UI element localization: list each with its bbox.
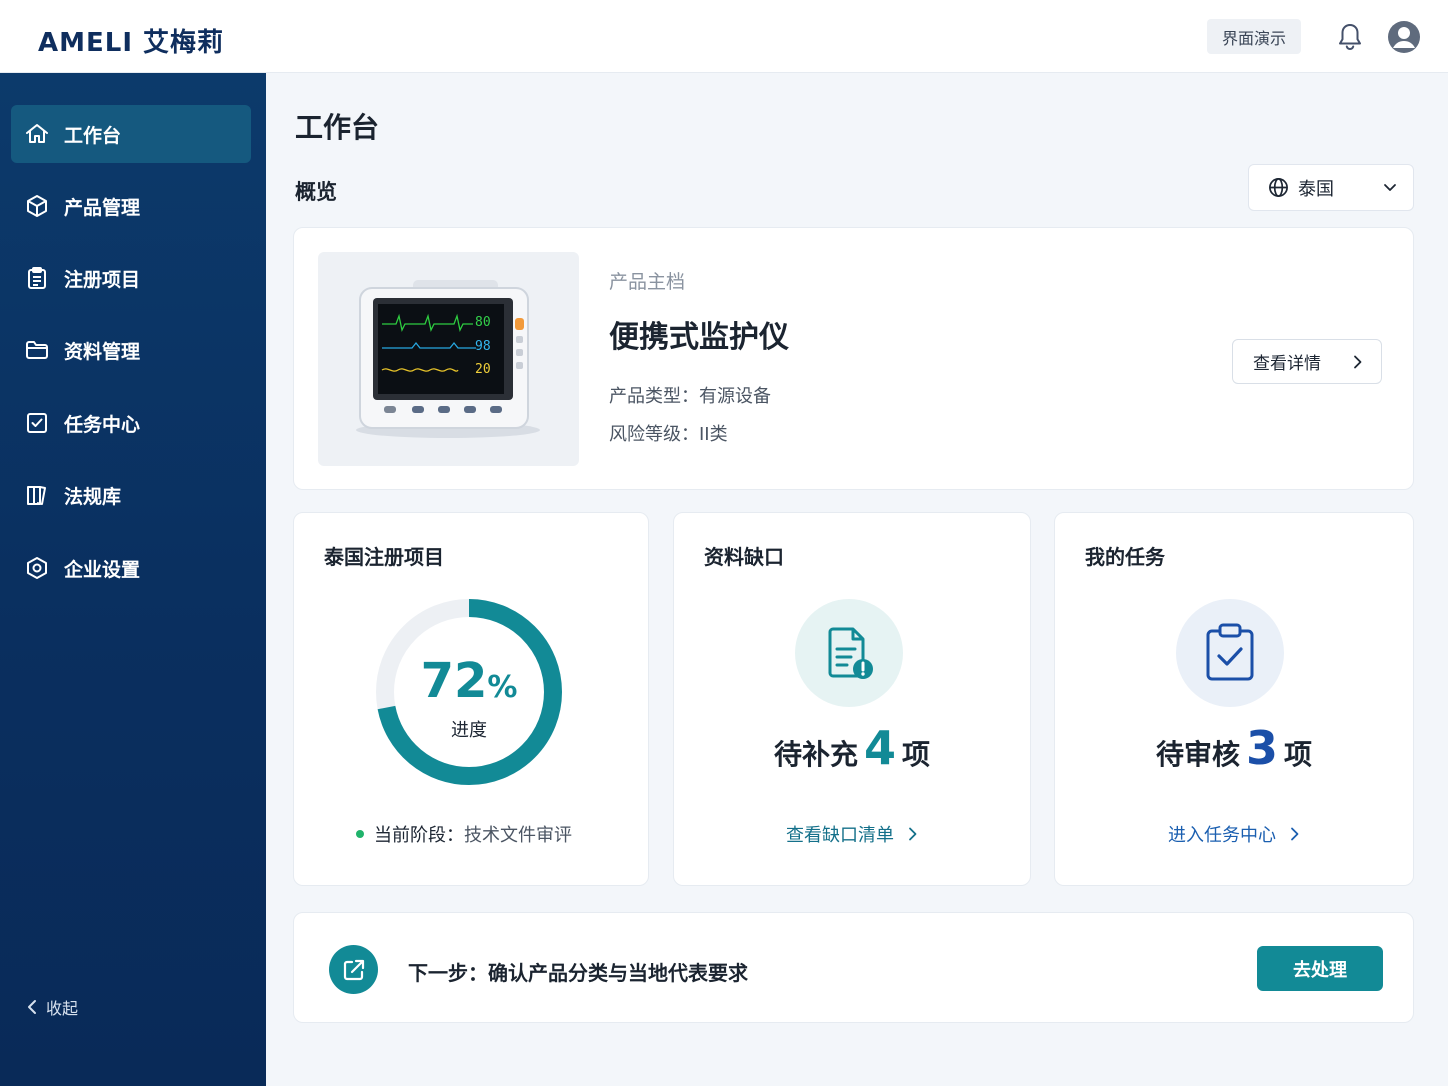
product-type: 产品类型：有源设备 (609, 386, 771, 407)
go-to-task-center-label: 进入任务中心 (1168, 825, 1276, 846)
sidebar-item-workbench[interactable]: 工作台 (11, 105, 251, 163)
sidebar-item-regulations[interactable]: 法规库 (11, 466, 251, 524)
chevron-right-icon (909, 827, 917, 841)
stage-value: 技术文件审评 (464, 825, 572, 846)
page-title: 工作台 (295, 111, 380, 144)
chevron-down-icon (1384, 184, 1396, 191)
document-gap-card: 资料缺口 待补充 4 项 查看缺口清单 (673, 512, 1031, 886)
stage-status-dot (356, 830, 364, 838)
chevron-left-icon (28, 1000, 36, 1014)
globe-icon (1269, 178, 1288, 197)
pending-review-suffix: 项 (1284, 738, 1313, 771)
my-tasks-title: 我的任务 (1085, 545, 1165, 569)
progress-label: 进度 (451, 720, 487, 741)
pending-supplement-count: 待补充 4 项 (674, 721, 1030, 775)
progress-percent: 72% (374, 653, 564, 709)
book-icon (27, 486, 46, 505)
top-bar: AMELI 艾梅莉 界面演示 (0, 0, 1448, 73)
product-master-label: 产品主档 (609, 271, 686, 293)
sidebar-item-settings[interactable]: 企业设置 (11, 539, 251, 597)
demo-mode-button[interactable]: 界面演示 (1207, 19, 1301, 54)
folder-icon (26, 341, 48, 359)
checkbox-icon (27, 413, 47, 433)
next-step-text: 下一步：确认产品分类与当地代表要求 (408, 961, 748, 985)
view-gap-list-label: 查看缺口清单 (786, 825, 894, 846)
collapse-sidebar-button[interactable]: 收起 (26, 995, 78, 1019)
go-to-task-center-link[interactable]: 进入任务中心 (1055, 821, 1413, 847)
sidebar: 工作台 产品管理 注册项目 资料管理 任务中心 法规库 企业设置 收起 (0, 73, 266, 1086)
registration-project-card: 泰国注册项目 72% 进度 当前阶段： 技术文件审评 (293, 512, 649, 886)
pending-review-count: 待审核 3 项 (1055, 721, 1413, 775)
document-alert-icon (795, 599, 903, 707)
product-master-card: 80 98 20 产品主档 便携式监护仪 产品类型：有源设备 风险等级：II类 … (293, 227, 1414, 490)
sidebar-item-label: 资料管理 (64, 340, 141, 363)
section-title: 概览 (295, 180, 337, 204)
product-risk-level: 风险等级：II类 (609, 424, 728, 445)
product-name: 便携式监护仪 (609, 320, 789, 355)
progress-unit: % (487, 670, 518, 705)
collapse-label: 收起 (46, 999, 79, 1018)
sidebar-item-tasks[interactable]: 任务中心 (11, 394, 251, 452)
current-stage: 当前阶段： 技术文件审评 (356, 821, 572, 847)
sidebar-item-label: 注册项目 (64, 268, 141, 291)
box-icon (27, 195, 47, 217)
view-gap-list-link[interactable]: 查看缺口清单 (674, 821, 1030, 847)
region-value: 泰国 (1298, 178, 1334, 200)
pending-review-prefix: 待审核 (1155, 738, 1240, 771)
user-avatar-icon[interactable] (1387, 20, 1421, 54)
task-clipboard-icon (1176, 599, 1284, 707)
my-tasks-card: 我的任务 待审核 3 项 进入任务中心 (1054, 512, 1414, 886)
monitor-reading-resp: 20 (475, 362, 491, 377)
external-link-icon (329, 945, 378, 994)
sidebar-item-label: 产品管理 (64, 196, 141, 219)
view-details-button[interactable]: 查看详情 (1232, 339, 1382, 384)
registration-project-title: 泰国注册项目 (324, 545, 444, 569)
product-image: 80 98 20 (318, 252, 579, 466)
region-select[interactable]: 泰国 (1248, 164, 1414, 211)
sidebar-item-label: 企业设置 (64, 558, 141, 581)
document-gap-title: 资料缺口 (704, 545, 784, 569)
sidebar-item-documents[interactable]: 资料管理 (11, 321, 251, 379)
sidebar-item-label: 任务中心 (64, 413, 141, 436)
pending-review-number: 3 (1245, 721, 1278, 775)
monitor-reading-spo2: 98 (475, 339, 491, 354)
stage-label: 当前阶段： (374, 825, 464, 846)
pending-supplement-prefix: 待补充 (773, 738, 858, 771)
bell-icon[interactable] (1336, 22, 1364, 52)
progress-value: 72 (420, 653, 488, 709)
monitor-reading-hr: 80 (475, 315, 491, 330)
sidebar-item-label: 工作台 (64, 124, 122, 147)
pending-supplement-number: 4 (863, 721, 896, 775)
clipboard-icon (28, 267, 46, 289)
sidebar-item-registration[interactable]: 注册项目 (11, 249, 251, 307)
chevron-right-icon (1354, 355, 1362, 369)
view-details-label: 查看详情 (1253, 354, 1321, 374)
handle-button[interactable]: 去处理 (1257, 946, 1383, 991)
app-logo[interactable]: AMELI 艾梅莉 (38, 22, 224, 59)
chevron-right-icon (1291, 827, 1299, 841)
settings-icon (27, 557, 47, 579)
sidebar-item-label: 法规库 (64, 485, 122, 508)
home-icon (26, 124, 48, 143)
patient-monitor-illustration: 80 98 20 (356, 280, 540, 438)
sidebar-item-products[interactable]: 产品管理 (11, 177, 251, 235)
pending-supplement-suffix: 项 (902, 738, 931, 771)
next-step-card: 下一步：确认产品分类与当地代表要求 去处理 (293, 912, 1414, 1023)
